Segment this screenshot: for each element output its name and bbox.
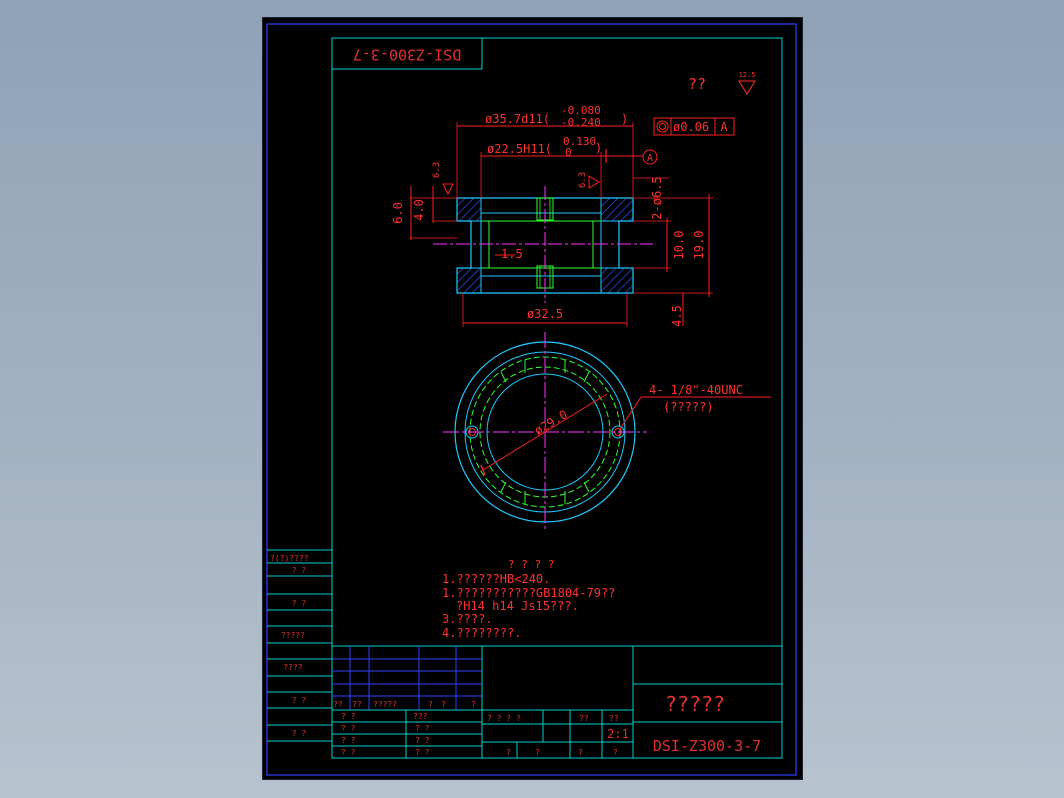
scale-value: 2:1	[607, 727, 629, 741]
part-name: ?????	[665, 692, 725, 716]
sign2-2: ? ?	[415, 724, 430, 733]
left-label-2: ? ?	[292, 566, 307, 575]
left-label-5: ????	[283, 663, 302, 672]
sign2-4: ? ?	[415, 748, 430, 757]
bottom-label-4: ?	[613, 748, 618, 757]
inner-tol-close: )	[595, 141, 602, 155]
tb-label-3: ?????	[373, 700, 397, 709]
sign-3: ? ?	[341, 736, 356, 745]
inner-dia-dim: ø22.5H11(	[487, 142, 552, 156]
mid-label-1: ? ? ? ?	[487, 714, 521, 723]
left-record-column	[267, 562, 332, 742]
sign-4: ? ?	[341, 748, 356, 757]
bottom-label-2: ?	[535, 748, 540, 757]
dim-45: 4.5	[670, 305, 684, 327]
roughness-mid: 6.3	[578, 172, 588, 188]
bottom-label-3: ?	[578, 748, 583, 757]
outer-frame	[266, 23, 797, 776]
note-line-3: ?H14 h14 Js15???.	[456, 599, 579, 613]
dim-10: 10.0	[672, 231, 686, 260]
notes-title: ? ? ? ?	[508, 558, 554, 571]
tb-label-5: ?	[441, 700, 446, 709]
datum-ref: A	[720, 120, 728, 134]
tb-label-6: ?	[471, 700, 476, 709]
outer-dia-dim: ø35.7d11(	[485, 112, 550, 126]
pcd-dim: ø29.0	[532, 407, 570, 438]
outer-tol-lower: -0.240	[561, 116, 601, 129]
roughness-value: 12.5	[739, 71, 756, 79]
note-line-2: 1.???????????GB1804-79??	[442, 586, 615, 600]
drawing-sheet: DSI-Z300-3-7 ?? 12.5 ø35.7d11(-0.080 -0…	[263, 18, 802, 779]
gap-dim: 1.5	[501, 247, 523, 261]
technical-notes: ? ? ? ? 1.??????HB<240. 1.???????????GB1…	[442, 558, 615, 640]
tb-label-2: ??	[352, 700, 362, 709]
datum-circle-label: A	[647, 153, 653, 164]
section-view: ø35.7d11( -0.080 -0.240 ) ø0.06 A ø22.5H…	[391, 104, 735, 327]
thread-note: (?????)	[663, 400, 714, 414]
dim-19: 19.0	[692, 231, 706, 260]
mid-label-3: ??	[609, 714, 619, 723]
bottom-label-1: ?	[506, 748, 511, 757]
cad-drawing: DSI-Z300-3-7 ?? 12.5 ø35.7d11(-0.080 -0…	[266, 23, 797, 776]
plan-view: ø29.0 4- 1/8"-40UNC (?????)	[443, 332, 771, 532]
mid-label-2: ??	[579, 714, 589, 723]
sign-2: ? ?	[341, 724, 356, 733]
outer-tol-close: )	[621, 112, 628, 126]
sign2-1: ???	[413, 712, 428, 721]
drawing-number-top: DSI-Z300-3-7	[353, 46, 461, 64]
dim-6: 6.0	[391, 202, 405, 224]
inner-tol-lower: 0	[565, 146, 572, 159]
sign-1: ? ?	[341, 712, 356, 721]
concentricity-value: ø0.06	[673, 120, 709, 134]
note-line-4: 3.????.	[442, 612, 493, 626]
left-label-4: ?????	[281, 631, 305, 640]
roughness-left: 6.3	[432, 162, 442, 178]
note-line-1: 1.??????HB<240.	[442, 572, 550, 586]
left-label-1: ?(?)????	[270, 554, 309, 563]
left-label-7: ? ?	[292, 729, 307, 738]
bottom-dia-dim: ø32.5	[527, 307, 563, 321]
roughness-symbol-icon	[738, 80, 756, 95]
roughness-note: ??	[688, 75, 706, 93]
drawing-number: DSI-Z300-3-7	[653, 737, 761, 755]
left-label-6: ? ?	[292, 696, 307, 705]
left-label-3: ? ?	[292, 599, 307, 608]
dim-4: 4.0	[412, 199, 426, 221]
concentricity-icon	[656, 120, 669, 133]
tb-label-1: ??	[333, 700, 343, 709]
thread-spec: 4- 1/8"-40UNC	[649, 383, 743, 397]
note-line-5: 4.????????.	[442, 626, 521, 640]
sign2-3: ? ?	[415, 736, 430, 745]
tb-label-4: ?	[428, 700, 433, 709]
